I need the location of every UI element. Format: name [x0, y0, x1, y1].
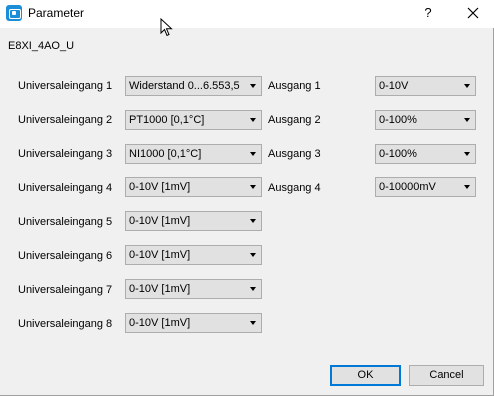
chevron-down-icon: [250, 185, 256, 189]
output-2-label: Ausgang 2: [268, 114, 321, 126]
ok-button[interactable]: OK: [330, 365, 401, 386]
chevron-down-icon: [464, 84, 470, 88]
input-1-label: Universaleingang 1: [18, 80, 113, 92]
window-title: Parameter: [28, 6, 85, 20]
input-4-select[interactable]: 0-10V [1mV]: [125, 177, 262, 197]
output-3-select[interactable]: 0-100%: [375, 144, 476, 164]
close-button[interactable]: [458, 2, 488, 24]
device-name: E8XI_4AO_U: [8, 40, 75, 52]
mouse-cursor-icon: [160, 18, 173, 37]
input-3-select[interactable]: NI1000 [0,1°C]: [125, 144, 262, 164]
chevron-down-icon: [250, 321, 256, 325]
chevron-down-icon: [250, 253, 256, 257]
input-6-label: Universaleingang 6: [18, 250, 113, 262]
output-4-label: Ausgang 4: [268, 182, 321, 194]
chevron-down-icon: [250, 84, 256, 88]
chevron-down-icon: [250, 287, 256, 291]
input-2-select[interactable]: PT1000 [0,1°C]: [125, 110, 262, 130]
chevron-down-icon: [464, 118, 470, 122]
input-8-label: Universaleingang 8: [18, 318, 113, 330]
input-5-select[interactable]: 0-10V [1mV]: [125, 211, 262, 231]
input-3-label: Universaleingang 3: [18, 148, 113, 160]
output-1-select[interactable]: 0-10V: [375, 76, 476, 96]
input-7-select[interactable]: 0-10V [1mV]: [125, 279, 262, 299]
close-icon: [467, 7, 479, 19]
input-5-label: Universaleingang 5: [18, 216, 113, 228]
input-2-label: Universaleingang 2: [18, 114, 113, 126]
input-7-label: Universaleingang 7: [18, 284, 113, 296]
output-3-label: Ausgang 3: [268, 148, 321, 160]
input-4-label: Universaleingang 4: [18, 182, 113, 194]
chevron-down-icon: [464, 152, 470, 156]
input-1-select[interactable]: Widerstand 0...6.553,5: [125, 76, 262, 96]
output-4-select[interactable]: 0-10000mV: [375, 177, 476, 197]
output-1-label: Ausgang 1: [268, 80, 321, 92]
chevron-down-icon: [250, 152, 256, 156]
chevron-down-icon: [250, 219, 256, 223]
output-2-select[interactable]: 0-100%: [375, 110, 476, 130]
input-8-select[interactable]: 0-10V [1mV]: [125, 313, 262, 333]
app-icon: [6, 5, 22, 21]
help-button[interactable]: ?: [414, 2, 442, 24]
title-bar: Parameter ?: [0, 0, 494, 37]
cancel-button[interactable]: Cancel: [409, 365, 484, 386]
chevron-down-icon: [464, 185, 470, 189]
input-6-select[interactable]: 0-10V [1mV]: [125, 245, 262, 265]
chevron-down-icon: [250, 118, 256, 122]
parameter-dialog: Parameter ? E8XI_4AO_U Universaleingang …: [0, 0, 494, 396]
